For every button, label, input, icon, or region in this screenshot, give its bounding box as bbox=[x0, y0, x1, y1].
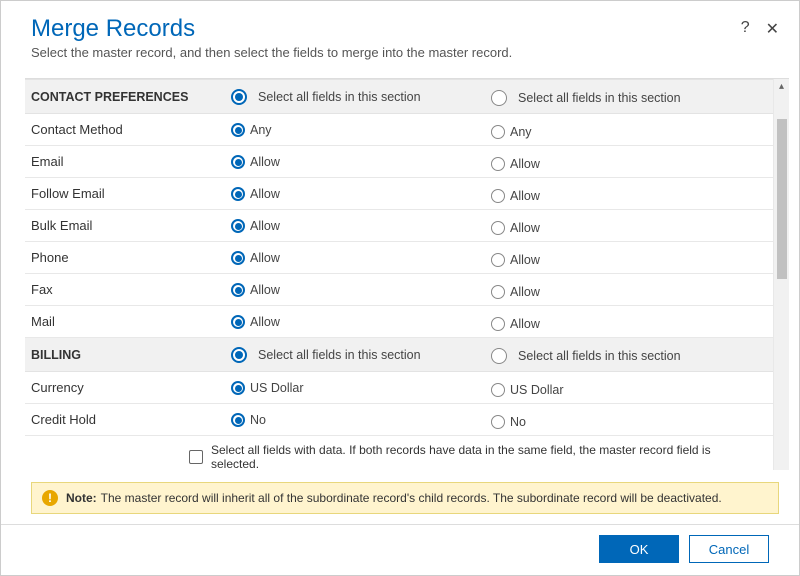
select-all-subordinate-radio[interactable]: Select all fields in this section bbox=[491, 90, 681, 106]
field-master-radio[interactable]: Allow bbox=[231, 283, 280, 297]
section-billing: BILLING Select all fields in this sectio… bbox=[25, 338, 773, 372]
radio-value: Allow bbox=[510, 285, 540, 299]
bottom-options: Select all fields with data. If both rec… bbox=[25, 436, 773, 470]
radio-value: No bbox=[250, 413, 266, 427]
table-row: Mail Allow Allow bbox=[25, 306, 773, 338]
dialog-footer: OK Cancel bbox=[1, 524, 799, 575]
table-row: Bulk Email Allow Allow bbox=[25, 210, 773, 242]
field-subordinate-radio[interactable]: Allow bbox=[491, 285, 540, 299]
radio-label: Select all fields in this section bbox=[258, 90, 421, 104]
field-label: Fax bbox=[25, 274, 225, 306]
radio-value: Allow bbox=[250, 187, 280, 201]
radio-value: Allow bbox=[510, 189, 540, 203]
field-master-radio[interactable]: Allow bbox=[231, 219, 280, 233]
field-label: Follow Email bbox=[25, 178, 225, 210]
dialog-subtitle: Select the master record, and then selec… bbox=[31, 45, 769, 60]
table-row: Fax Allow Allow bbox=[25, 274, 773, 306]
radio-label: Select all fields in this section bbox=[518, 91, 681, 105]
radio-value: Any bbox=[250, 123, 272, 137]
field-subordinate-radio[interactable]: Allow bbox=[491, 253, 540, 267]
radio-value: Any bbox=[510, 125, 532, 139]
merge-records-dialog: Merge Records Select the master record, … bbox=[0, 0, 800, 576]
field-label: Credit Hold bbox=[25, 404, 225, 436]
table-row: Credit Hold No No bbox=[25, 404, 773, 436]
section-title: CONTACT PREFERENCES bbox=[25, 80, 225, 114]
radio-value: US Dollar bbox=[510, 383, 564, 397]
field-master-radio[interactable]: Any bbox=[231, 123, 272, 137]
radio-value: Allow bbox=[510, 157, 540, 171]
select-all-subordinate-radio[interactable]: Select all fields in this section bbox=[491, 348, 681, 364]
note-bar: ! Note: The master record will inherit a… bbox=[31, 482, 779, 514]
field-subordinate-radio[interactable]: Allow bbox=[491, 221, 540, 235]
table-row: Phone Allow Allow bbox=[25, 242, 773, 274]
field-master-radio[interactable]: Allow bbox=[231, 251, 280, 265]
scrollbar-thumb[interactable] bbox=[777, 119, 787, 279]
merge-fields-table: CONTACT PREFERENCES Select all fields in… bbox=[25, 79, 773, 436]
field-master-radio[interactable]: Allow bbox=[231, 187, 280, 201]
field-label: Contact Method bbox=[25, 114, 225, 146]
table-row: Contact Method Any Any bbox=[25, 114, 773, 146]
field-subordinate-radio[interactable]: Allow bbox=[491, 189, 540, 203]
checkbox-label: Select all fields with data. If both rec… bbox=[211, 443, 749, 470]
warning-icon: ! bbox=[42, 490, 58, 506]
fields-table-container: CONTACT PREFERENCES Select all fields in… bbox=[25, 79, 773, 470]
scroll-up-arrow[interactable]: ▴ bbox=[774, 79, 789, 95]
ok-button[interactable]: OK bbox=[599, 535, 679, 563]
note-text: The master record will inherit all of th… bbox=[101, 491, 722, 505]
dialog-title: Merge Records bbox=[31, 15, 769, 43]
radio-value: Allow bbox=[250, 283, 280, 297]
field-master-radio[interactable]: US Dollar bbox=[231, 381, 304, 395]
field-label: Mail bbox=[25, 306, 225, 338]
select-all-master-radio[interactable]: Select all fields in this section bbox=[231, 89, 421, 105]
field-master-radio[interactable]: Allow bbox=[231, 315, 280, 329]
content-area: CONTACT PREFERENCES Select all fields in… bbox=[25, 78, 789, 470]
radio-value: Allow bbox=[250, 315, 280, 329]
dialog-header: Merge Records Select the master record, … bbox=[1, 1, 799, 66]
field-subordinate-radio[interactable]: Allow bbox=[491, 157, 540, 171]
radio-value: Allow bbox=[510, 317, 540, 331]
radio-value: No bbox=[510, 415, 526, 429]
radio-value: Allow bbox=[250, 251, 280, 265]
cancel-button[interactable]: Cancel bbox=[689, 535, 769, 563]
vertical-scrollbar[interactable]: ▴ bbox=[773, 79, 789, 470]
radio-label: Select all fields in this section bbox=[258, 348, 421, 362]
table-row: Currency US Dollar US Dollar bbox=[25, 372, 773, 404]
radio-value: Allow bbox=[510, 221, 540, 235]
field-subordinate-radio[interactable]: Any bbox=[491, 125, 532, 139]
field-subordinate-radio[interactable]: Allow bbox=[491, 317, 540, 331]
radio-label: Select all fields in this section bbox=[518, 349, 681, 363]
select-all-master-radio[interactable]: Select all fields in this section bbox=[231, 347, 421, 363]
close-icon[interactable]: ✕ bbox=[766, 19, 779, 39]
radio-value: Allow bbox=[250, 219, 280, 233]
field-master-radio[interactable]: No bbox=[231, 413, 266, 427]
table-row: Follow Email Allow Allow bbox=[25, 178, 773, 210]
field-master-radio[interactable]: Allow bbox=[231, 155, 280, 169]
select-all-data-checkbox[interactable] bbox=[189, 450, 203, 464]
table-row: Email Allow Allow bbox=[25, 146, 773, 178]
field-label: Phone bbox=[25, 242, 225, 274]
note-label: Note: bbox=[66, 491, 97, 505]
field-label: Currency bbox=[25, 372, 225, 404]
select-all-data-row: Select all fields with data. If both rec… bbox=[185, 440, 753, 470]
section-contact-preferences: CONTACT PREFERENCES Select all fields in… bbox=[25, 80, 773, 114]
radio-value: Allow bbox=[510, 253, 540, 267]
field-label: Email bbox=[25, 146, 225, 178]
field-subordinate-radio[interactable]: US Dollar bbox=[491, 383, 564, 397]
radio-value: Allow bbox=[250, 155, 280, 169]
help-icon[interactable]: ? bbox=[741, 19, 750, 39]
field-label: Bulk Email bbox=[25, 210, 225, 242]
radio-value: US Dollar bbox=[250, 381, 304, 395]
section-title: BILLING bbox=[25, 338, 225, 372]
field-subordinate-radio[interactable]: No bbox=[491, 415, 526, 429]
